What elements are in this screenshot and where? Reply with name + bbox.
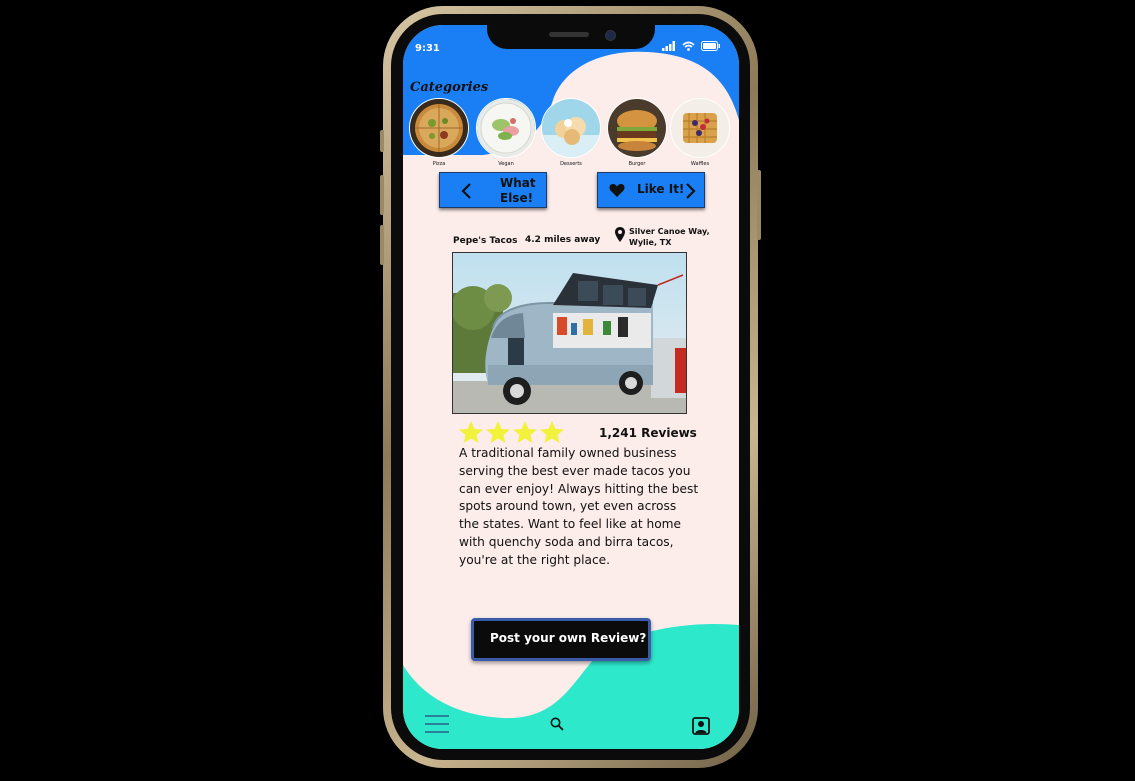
category-label-desserts: Desserts [560, 161, 582, 167]
profile-icon[interactable] [692, 717, 710, 735]
description-line: with quenchy soda and birra tacos, [459, 534, 674, 549]
chevron-left-icon [461, 183, 471, 199]
address-line2: Wylie, TX [629, 238, 672, 247]
status-icons [662, 41, 721, 51]
food-truck-photo [452, 252, 687, 414]
category-label-pizza: Pizza [432, 161, 446, 167]
mute-switch [380, 130, 384, 152]
description-line: can ever enjoy! Always hitting the best [459, 481, 699, 496]
review-count[interactable]: 1,241 Reviews [599, 426, 697, 440]
description-line: the states. Want to feel like at home [459, 517, 682, 532]
volume-up-button [380, 175, 384, 215]
vegan-image [476, 98, 536, 158]
star-icon [513, 421, 537, 443]
category-vegan[interactable]: Vegan [476, 98, 536, 167]
post-review-button[interactable]: Post your own Review? [471, 618, 651, 661]
battery-icon [701, 41, 720, 51]
star-icon [459, 421, 483, 443]
notch [487, 25, 655, 49]
truck-name: Pepe's Tacos [453, 236, 518, 246]
heart-icon [609, 184, 625, 197]
category-waffles[interactable]: Waffles [670, 98, 730, 167]
wifi-icon [682, 41, 695, 51]
what-else-label-line1: What [500, 176, 536, 190]
categories-row: Pizza Vegan Desserts Burger Waffles [409, 98, 739, 168]
power-button [757, 170, 761, 240]
description-line: serving the best ever made tacos you [459, 463, 691, 478]
address-line1: Silver Canoe Way, [629, 227, 710, 236]
front-camera [605, 30, 616, 41]
what-else-label: What Else! [500, 176, 536, 206]
category-pizza[interactable]: Pizza [409, 98, 469, 167]
description-line: you're at the right place. [459, 552, 611, 567]
search-icon[interactable] [550, 717, 564, 731]
volume-down-button [380, 225, 384, 265]
distance-text: 4.2 miles away [525, 235, 601, 245]
star-icon [486, 421, 510, 443]
like-it-label: Like It! [637, 182, 685, 196]
burger-image [607, 98, 667, 158]
category-desserts[interactable]: Desserts [541, 98, 601, 167]
what-else-label-line2: Else! [500, 191, 534, 205]
desserts-image [541, 98, 601, 158]
description-line: spots around town, yet even across [459, 499, 677, 514]
signal-icon [662, 41, 675, 51]
category-burger[interactable]: Burger [607, 98, 667, 167]
app-screen: 9:31 Categories Pizza Vegan Desserts Bur… [403, 25, 739, 749]
speaker [549, 32, 589, 37]
description-line: A traditional family owned business [459, 446, 677, 460]
menu-icon[interactable] [425, 714, 449, 734]
pizza-image [409, 98, 469, 158]
star-icon [540, 421, 564, 443]
category-label-vegan: Vegan [498, 161, 514, 167]
truck-description: A traditional family owned business serv… [459, 445, 699, 570]
rating-stars [458, 420, 565, 444]
what-else-button[interactable]: What Else! [439, 172, 547, 208]
category-label-burger: Burger [628, 161, 646, 167]
status-time: 9:31 [415, 43, 440, 54]
category-label-waffles: Waffles [690, 161, 710, 167]
location-pin-icon [615, 227, 625, 242]
categories-title: Categories [410, 80, 489, 95]
waffles-image [670, 98, 730, 158]
chevron-right-icon [686, 183, 696, 199]
address-text: Silver Canoe Way, Wylie, TX [629, 226, 710, 248]
like-it-button[interactable]: Like It! [597, 172, 705, 208]
